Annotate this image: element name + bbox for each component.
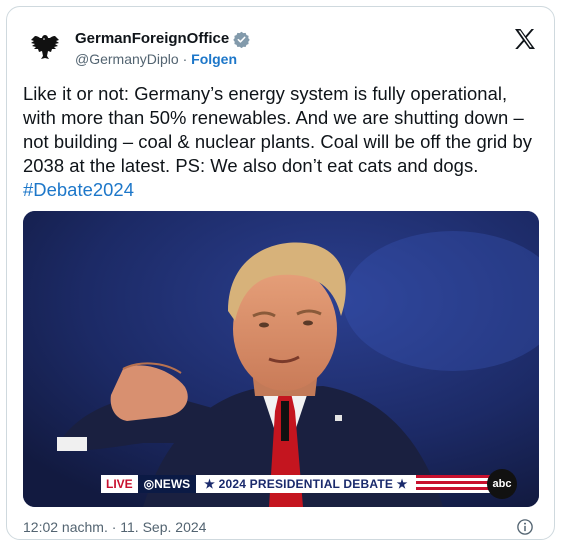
info-icon[interactable]: [516, 518, 534, 536]
x-logo-icon[interactable]: [513, 27, 537, 51]
tweet-text: Like it or not: Germany’s energy system …: [23, 82, 543, 202]
tweet-media-image[interactable]: LIVE ◎NEWS ★ 2024 PRESIDENTIAL DEBATE ★ …: [23, 211, 539, 507]
tweet-card: GermanForeignOffice @GermanyDiplo · Folg…: [6, 6, 555, 540]
debate-still-image: [23, 211, 539, 507]
eagle-logo-icon[interactable]: [27, 29, 63, 65]
separator: ·: [182, 51, 188, 67]
hashtag-link[interactable]: #Debate2024: [23, 179, 134, 200]
tweet-body: Like it or not: Germany’s energy system …: [23, 83, 533, 176]
network-news-label: ◎NEWS: [137, 475, 197, 493]
network-logo: abc: [487, 469, 517, 499]
author-handle[interactable]: @GermanyDiplo: [75, 51, 179, 67]
author-name[interactable]: GermanForeignOffice: [75, 30, 229, 47]
news-lower-third: LIVE ◎NEWS ★ 2024 PRESIDENTIAL DEBATE ★: [101, 475, 502, 493]
follow-button[interactable]: Folgen: [191, 51, 237, 67]
live-badge: LIVE: [101, 475, 138, 493]
debate-banner: ★ 2024 PRESIDENTIAL DEBATE ★: [196, 475, 416, 493]
verified-badge-icon: [233, 31, 250, 49]
author-meta: @GermanyDiplo · Folgen: [75, 51, 237, 67]
tweet-timestamp[interactable]: 12:02 nachm. · 11. Sep. 2024: [23, 519, 206, 535]
